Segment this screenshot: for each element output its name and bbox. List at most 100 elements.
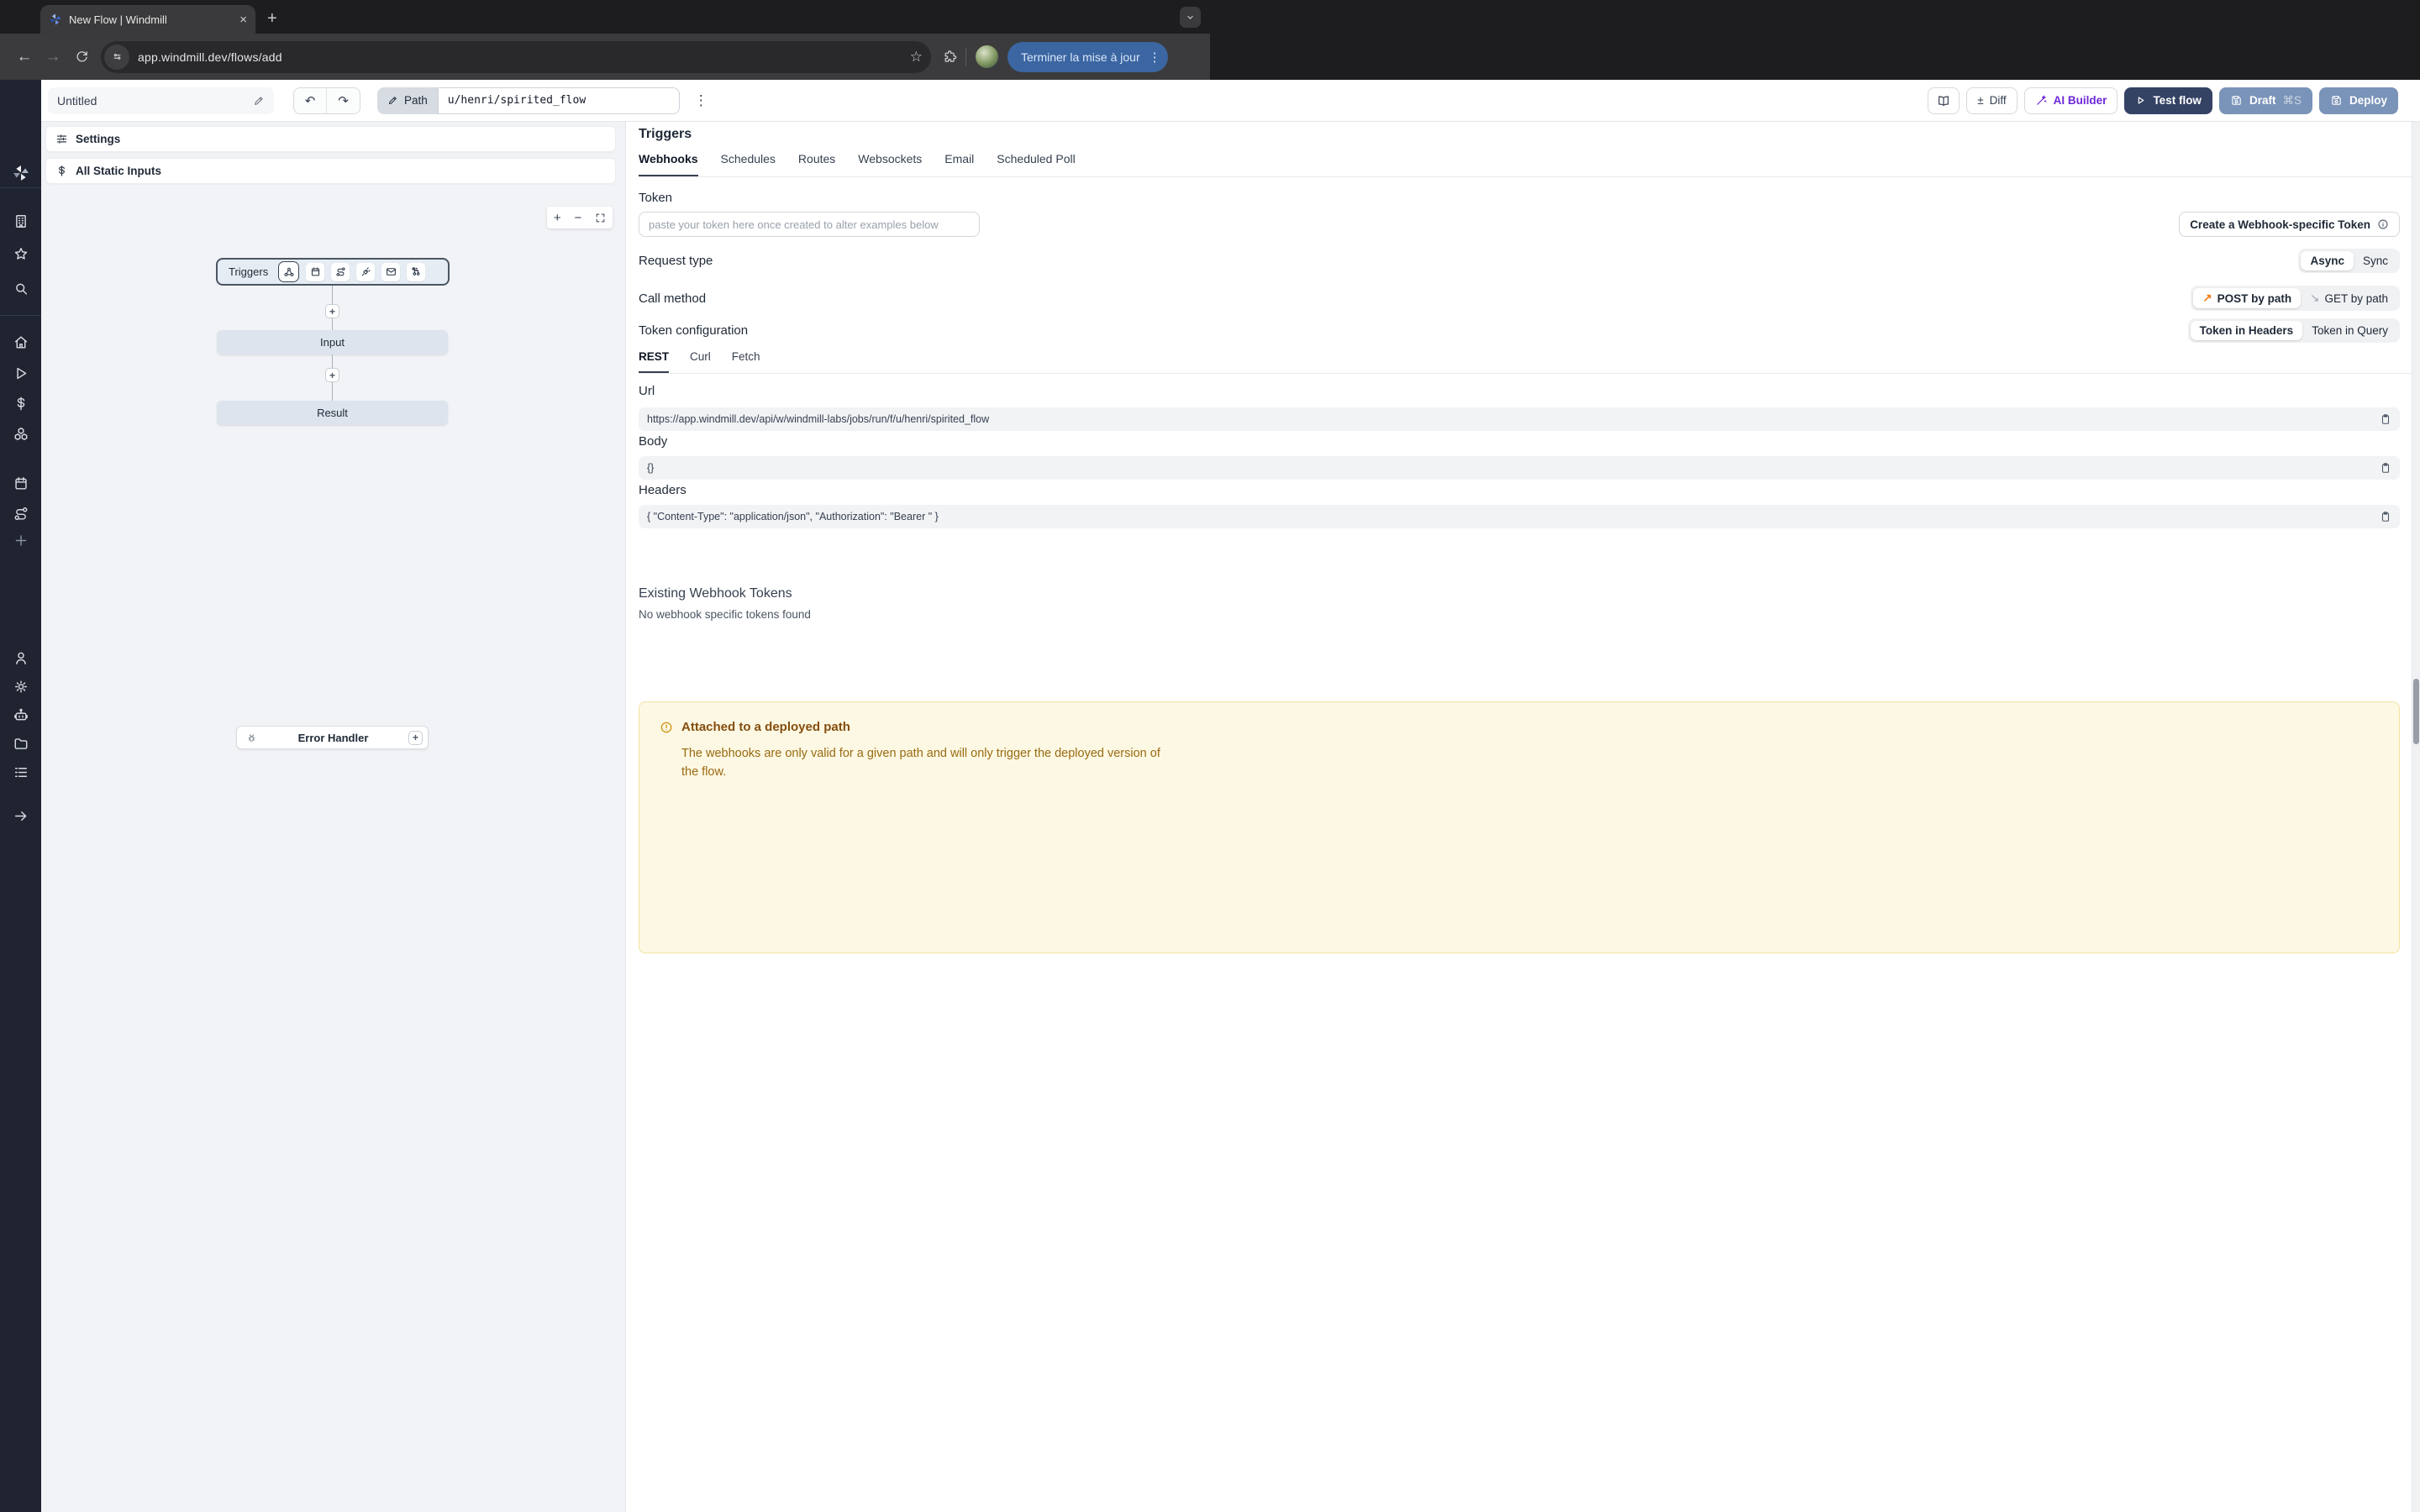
add-error-handler-button[interactable]: +	[408, 731, 423, 745]
async-option[interactable]: Async	[2301, 251, 2354, 270]
test-flow-button[interactable]: Test flow	[2124, 87, 2212, 114]
runs-play-icon[interactable]	[13, 365, 29, 381]
input-node[interactable]: Input	[217, 330, 448, 354]
calendar-icon	[310, 266, 321, 277]
workers-robot-icon[interactable]	[13, 707, 29, 723]
error-handler-node[interactable]: Error Handler +	[236, 726, 429, 749]
panel-scrollbar-track[interactable]	[2412, 122, 2420, 1512]
body-field: {}	[639, 456, 2400, 480]
windmill-logo[interactable]	[12, 164, 30, 182]
insert-step-button[interactable]: +	[325, 304, 339, 318]
schedule-trigger-chip[interactable]	[306, 263, 324, 281]
pencil-icon	[387, 95, 398, 106]
tab-close-icon[interactable]: ×	[239, 13, 247, 26]
triggers-node[interactable]: Triggers	[216, 258, 450, 286]
folders-icon[interactable]	[13, 736, 29, 752]
token-config-toggle: Token in Headers Token in Query	[2188, 318, 2400, 343]
panel-title: Triggers	[639, 127, 692, 142]
route-icon	[335, 266, 346, 277]
path-input[interactable]: u/henri/spirited_flow	[438, 87, 680, 114]
triggers-route-icon[interactable]	[13, 506, 29, 522]
expand-arrow-icon[interactable]	[13, 808, 29, 824]
browser-tab[interactable]: New Flow | Windmill ×	[40, 5, 255, 34]
token-in-query-option[interactable]: Token in Query	[2302, 321, 2397, 340]
token-in-headers-option[interactable]: Token in Headers	[2191, 321, 2303, 340]
zoom-in-button[interactable]: +	[554, 211, 561, 225]
fit-view-button[interactable]	[595, 213, 606, 223]
docs-button[interactable]	[1928, 87, 1960, 114]
tab-routes[interactable]: Routes	[798, 152, 835, 176]
logs-list-icon[interactable]	[13, 764, 29, 780]
forward-button[interactable]: →	[39, 48, 67, 66]
all-static-inputs-bar[interactable]: All Static Inputs	[45, 158, 616, 184]
tab-rest[interactable]: REST	[639, 350, 669, 373]
path-edit-button[interactable]: Path	[377, 87, 438, 114]
token-input[interactable]	[639, 212, 980, 237]
favorites-star-icon[interactable]	[13, 246, 29, 262]
undo-button[interactable]: ↶	[294, 88, 327, 113]
zoom-out-button[interactable]: −	[574, 211, 581, 225]
bookmark-star-icon[interactable]: ☆	[910, 49, 923, 66]
user-icon[interactable]	[13, 650, 29, 666]
draft-button[interactable]: Draft ⌘S	[2219, 87, 2312, 114]
chrome-update-button[interactable]: Terminer la mise à jour ⋮	[1007, 42, 1168, 72]
redo-button[interactable]: ↷	[327, 88, 360, 113]
route-trigger-chip[interactable]	[331, 263, 350, 281]
browser-toolbar: ← → app.windmill.dev/flows/add ☆ Termine…	[0, 34, 1210, 80]
tab-webhooks[interactable]: Webhooks	[639, 152, 698, 176]
copy-clipboard-icon[interactable]	[2380, 462, 2391, 474]
deploy-button[interactable]: Deploy	[2319, 87, 2398, 114]
profile-avatar[interactable]	[976, 45, 998, 68]
toolbar-divider	[965, 48, 966, 66]
flow-settings-bar[interactable]: Settings	[45, 126, 616, 152]
tab-email[interactable]: Email	[944, 152, 974, 176]
url-text[interactable]: app.windmill.dev/flows/add	[138, 50, 910, 64]
search-icon[interactable]	[13, 281, 29, 297]
variables-dollar-icon[interactable]	[13, 396, 29, 412]
diff-button[interactable]: ± Diff	[1966, 87, 2017, 114]
flow-edge	[332, 318, 333, 330]
tab-schedules[interactable]: Schedules	[721, 152, 776, 176]
get-by-path-option[interactable]: ↘ GET by path	[2301, 288, 2397, 308]
websocket-trigger-chip[interactable]	[356, 263, 375, 281]
post-by-path-option[interactable]: ↗ POST by path	[2193, 288, 2301, 308]
copy-clipboard-icon[interactable]	[2380, 413, 2391, 425]
magic-wand-icon	[2035, 94, 2048, 107]
resources-boxes-icon[interactable]	[13, 426, 29, 442]
new-tab-button[interactable]: +	[267, 9, 277, 29]
settings-gear-icon[interactable]	[13, 679, 29, 695]
extensions-button[interactable]	[943, 50, 957, 64]
site-settings-button[interactable]	[104, 45, 129, 70]
tab-search-chevron-button[interactable]	[1180, 7, 1201, 28]
schedules-calendar-icon[interactable]	[13, 475, 29, 491]
headers-field: { "Content-Type": "application/json", "A…	[639, 505, 2400, 528]
tab-scheduled-poll[interactable]: Scheduled Poll	[997, 152, 1075, 176]
insert-step-button[interactable]: +	[325, 368, 339, 382]
tab-websockets[interactable]: Websockets	[858, 152, 922, 176]
main-area: Untitled ↶ ↷ Path u/henri/spirited_flow …	[41, 80, 2420, 1512]
home-icon[interactable]	[13, 334, 29, 350]
copy-clipboard-icon[interactable]	[2380, 511, 2391, 522]
flow-edge	[332, 286, 333, 304]
browser-menu-icon[interactable]: ⋮	[1149, 50, 1161, 65]
webhook-trigger-chip[interactable]	[278, 261, 299, 282]
add-plus-icon[interactable]	[13, 533, 29, 549]
edit-pencil-icon[interactable]	[253, 95, 265, 107]
flow-name-field[interactable]: Untitled	[48, 87, 274, 114]
email-trigger-chip[interactable]	[381, 263, 400, 281]
panel-scrollbar-thumb[interactable]	[2413, 679, 2419, 744]
create-webhook-token-button[interactable]: Create a Webhook-specific Token	[2179, 212, 2400, 237]
back-button[interactable]: ←	[10, 48, 39, 66]
workspace-building-icon[interactable]	[13, 213, 29, 229]
sync-option[interactable]: Sync	[2354, 251, 2397, 270]
token-label: Token	[639, 191, 672, 205]
scheduled-poll-trigger-chip[interactable]	[407, 263, 425, 281]
tab-curl[interactable]: Curl	[690, 350, 711, 373]
result-node[interactable]: Result	[217, 401, 448, 425]
existing-tokens-empty: No webhook specific tokens found	[639, 608, 811, 621]
reload-button[interactable]	[67, 50, 96, 64]
more-options-kebab[interactable]: ⋮	[694, 92, 708, 109]
tab-fetch[interactable]: Fetch	[732, 350, 760, 373]
ai-builder-button[interactable]: AI Builder	[2024, 87, 2118, 114]
url-bar[interactable]: app.windmill.dev/flows/add ☆	[101, 41, 931, 73]
